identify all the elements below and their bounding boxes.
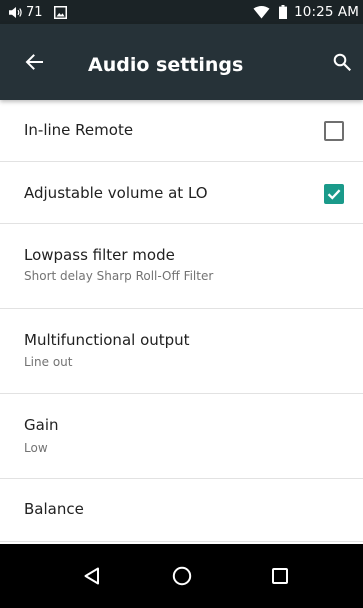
setting-lowpass-filter-mode[interactable]: Lowpass filter mode Short delay Sharp Ro…: [0, 224, 363, 308]
app-bar: Audio settings: [0, 24, 363, 100]
back-triangle-icon: [84, 567, 99, 585]
search-button[interactable]: [331, 51, 353, 73]
setting-balance[interactable]: Balance: [0, 479, 363, 541]
arrow-back-icon: [25, 54, 43, 70]
setting-title: Multifunctional output: [24, 331, 190, 349]
setting-title: Gain: [24, 416, 59, 434]
setting-inline-remote[interactable]: In-line Remote: [0, 100, 363, 161]
status-bar: 71 10:25 AM: [0, 0, 363, 24]
search-icon: [333, 53, 351, 71]
divider: [0, 541, 363, 542]
recents-square-icon: [272, 568, 288, 584]
setting-summary: Low: [24, 441, 48, 455]
nav-back-button[interactable]: [76, 560, 108, 592]
volume-level-text: 71: [26, 4, 43, 20]
setting-gain[interactable]: Gain Low: [0, 394, 363, 478]
wifi-icon: [253, 5, 270, 19]
navigation-bar: [0, 544, 363, 608]
setting-multifunctional-output[interactable]: Multifunctional output Line out: [0, 309, 363, 393]
setting-summary: Line out: [24, 355, 73, 369]
setting-title: Lowpass filter mode: [24, 246, 175, 264]
setting-title: Balance: [24, 500, 84, 518]
back-button[interactable]: [22, 52, 46, 72]
nav-home-button[interactable]: [166, 560, 198, 592]
gallery-icon: [53, 5, 67, 19]
nav-recents-button[interactable]: [264, 560, 296, 592]
setting-summary: Short delay Sharp Roll-Off Filter: [24, 269, 214, 283]
adjustable-volume-checkbox[interactable]: [324, 184, 344, 204]
inline-remote-checkbox[interactable]: [324, 121, 344, 141]
page-title: Audio settings: [88, 54, 244, 76]
volume-icon: [8, 6, 23, 19]
settings-list: In-line Remote Adjustable volume at LO L…: [0, 100, 363, 544]
setting-title: In-line Remote: [24, 121, 134, 139]
battery-icon: [279, 5, 288, 19]
checkmark-icon: [327, 189, 341, 200]
status-left-group: 71: [8, 0, 67, 24]
setting-adjustable-volume-lo[interactable]: Adjustable volume at LO: [0, 162, 363, 223]
status-right-group: 10:25 AM: [253, 0, 359, 24]
clock-time: 10:25 AM: [294, 4, 359, 20]
home-circle-icon: [172, 566, 192, 586]
setting-title: Adjustable volume at LO: [24, 184, 208, 202]
